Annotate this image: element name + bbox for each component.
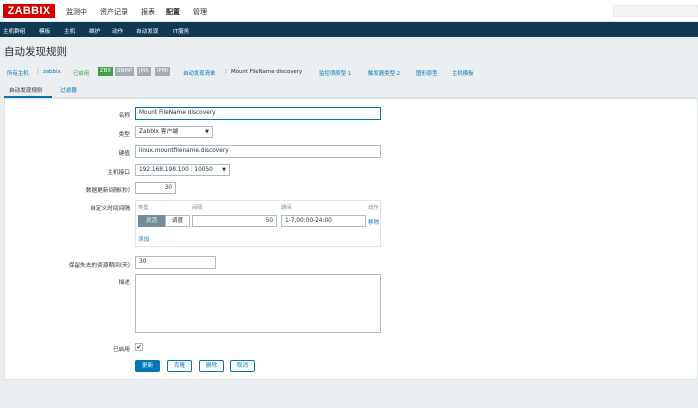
breadcrumb-separator: / xyxy=(37,69,39,75)
menu-reports[interactable]: 报表 xyxy=(141,7,155,17)
custom-header-type: 类型 xyxy=(138,205,149,211)
cancel-button[interactable]: 取消 xyxy=(230,360,255,372)
breadcrumb-trigger-prototypes[interactable]: 触发器类型 2 xyxy=(368,69,400,77)
subnav-hosts[interactable]: 主机 xyxy=(64,27,75,35)
breadcrumb-host[interactable]: zabbix xyxy=(43,69,61,75)
custom-interval-input[interactable]: 50 xyxy=(192,215,277,227)
type-select[interactable]: Zabbix 客户端 ▼ xyxy=(135,126,213,138)
custom-remove-link[interactable]: 移除 xyxy=(368,218,379,226)
description-label: 描述 xyxy=(118,280,130,286)
custom-type-flexible[interactable]: 灵活 xyxy=(138,215,165,227)
interface-label: 主机接口 xyxy=(107,170,130,176)
custom-header-action: 动作 xyxy=(368,205,379,211)
sub-nav-bar xyxy=(0,22,698,37)
name-label: 名称 xyxy=(118,113,130,119)
breadcrumb-current-rule: Mount FileName discovery xyxy=(231,69,303,75)
subnav-discovery[interactable]: 自动发现 xyxy=(136,27,158,35)
interface-select-value: 192.168.198.100 : 10050 xyxy=(139,167,213,173)
custom-add-link[interactable]: 添加 xyxy=(138,235,149,243)
keep-lost-label: 保留失去的资源期间(天) xyxy=(68,263,130,269)
availability-ipmi-badge: IPMI xyxy=(155,67,170,76)
custom-intervals-label: 自定义时间间隔 xyxy=(90,206,130,212)
key-label: 键值 xyxy=(118,151,130,157)
breadcrumb-item-prototypes[interactable]: 监控项原型 1 xyxy=(319,69,351,77)
host-status-enabled[interactable]: 已启用 xyxy=(73,69,89,77)
footer xyxy=(0,394,698,408)
name-input[interactable]: Mount FileName discovery xyxy=(135,107,381,120)
interface-select[interactable]: 192.168.198.100 : 10050 ▼ xyxy=(135,164,230,176)
type-label: 类型 xyxy=(118,132,130,138)
menu-inventory[interactable]: 资产记录 xyxy=(100,7,128,17)
subnav-it-services[interactable]: IT服务 xyxy=(173,27,189,35)
delete-button[interactable]: 删除 xyxy=(199,360,224,372)
chevron-down-icon: ▼ xyxy=(222,167,226,173)
custom-type-scheduling[interactable]: 调度 xyxy=(165,215,190,227)
page-title: 自动发现规则 xyxy=(4,46,67,58)
menu-configuration[interactable]: 配置 xyxy=(166,7,180,17)
subnav-templates[interactable]: 模板 xyxy=(39,27,50,35)
keep-lost-input[interactable]: 30 xyxy=(135,256,216,269)
custom-header-interval: 间隔 xyxy=(192,205,203,211)
breadcrumb-separator: / xyxy=(225,69,227,75)
subnav-actions[interactable]: 动作 xyxy=(112,27,123,35)
tab-filters[interactable]: 过滤器 xyxy=(60,86,77,94)
zabbix-logo[interactable]: ZABBIX xyxy=(3,4,55,18)
breadcrumb-discovery-list[interactable]: 自动发现清单 xyxy=(183,69,215,77)
subnav-maintenance[interactable]: 维护 xyxy=(89,27,100,35)
clone-button[interactable]: 克隆 xyxy=(167,360,192,372)
menu-monitoring[interactable]: 监测中 xyxy=(66,7,87,17)
type-select-value: Zabbix 客户端 xyxy=(139,129,179,135)
tab-discovery-rule[interactable]: 自动发现规则 xyxy=(9,86,43,94)
description-textarea[interactable] xyxy=(135,274,381,333)
enabled-label: 已启用 xyxy=(112,347,130,353)
search-input[interactable] xyxy=(613,5,698,17)
breadcrumb-host-prototypes[interactable]: 主机模板 xyxy=(452,69,474,77)
key-input[interactable]: linux.mountfilename.discovery xyxy=(135,145,381,158)
availability-jmx-badge: JMX xyxy=(137,67,151,76)
breadcrumb-all-hosts[interactable]: 所有主机 xyxy=(7,69,29,77)
subnav-host-groups[interactable]: 主机群组 xyxy=(3,27,25,35)
custom-period-input[interactable]: 1-7,00:00-24:00 xyxy=(281,215,366,227)
custom-header-period: 期间 xyxy=(281,205,292,211)
interval-input[interactable]: 30 xyxy=(135,182,176,194)
chevron-down-icon: ▼ xyxy=(205,129,209,135)
availability-snmp-badge: SNMP xyxy=(115,67,135,76)
availability-zbx-badge: ZBX xyxy=(98,67,113,76)
interval-label: 数据更新间隔(秒) xyxy=(85,188,130,194)
breadcrumb-graph-prototypes[interactable]: 图形原型 xyxy=(416,69,438,77)
menu-administration[interactable]: 管理 xyxy=(193,7,207,17)
update-button[interactable]: 更新 xyxy=(135,360,160,372)
enabled-checkbox[interactable]: ✔ xyxy=(135,343,143,351)
